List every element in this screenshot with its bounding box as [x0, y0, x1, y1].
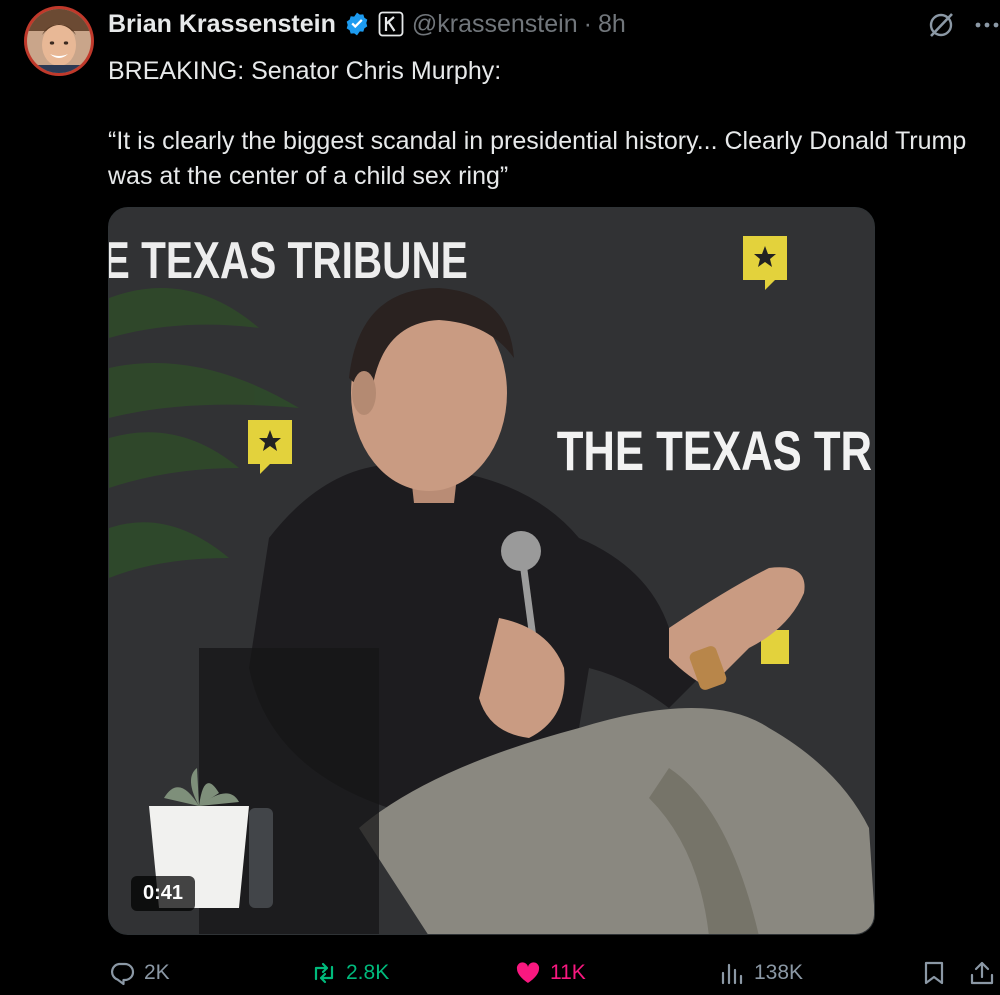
retweet-button[interactable]: 2.8K	[310, 955, 389, 991]
views-button[interactable]: 138K	[718, 955, 803, 991]
views-count: 138K	[754, 961, 804, 984]
action-bar: 2K 2.8K 11K 138K	[0, 955, 1000, 991]
display-name[interactable]: Brian Krassenstein	[108, 10, 336, 39]
share-button[interactable]	[968, 955, 996, 991]
retweet-icon	[314, 962, 334, 984]
backdrop-text-mid: THE TEXAS TRIB	[557, 420, 875, 482]
handle[interactable]: @krassenstein	[412, 10, 578, 39]
separator-dot: ·	[583, 9, 592, 38]
share-icon	[970, 961, 994, 985]
heart-icon	[516, 962, 540, 983]
video-player[interactable]: E TEXAS TRIBUNE THE TEXAS TRIB	[108, 207, 875, 935]
tweet-text: BREAKING: Senator Chris Murphy: “It is c…	[108, 54, 978, 194]
video-duration: 0:41	[131, 876, 196, 911]
tweet-header: Brian Krassenstein @krassenstein · 8h	[108, 6, 626, 42]
tweet: Brian Krassenstein @krassenstein · 8h BR…	[0, 0, 1000, 995]
reply-count: 2K	[144, 961, 170, 984]
tweet-text-line1: BREAKING: Senator Chris Murphy:	[108, 57, 502, 85]
timestamp[interactable]: 8h	[598, 10, 626, 39]
reply-icon	[111, 962, 135, 986]
retweet-count: 2.8K	[346, 961, 390, 984]
backdrop-text-top: E TEXAS TRIBUNE	[109, 231, 468, 289]
like-button[interactable]: 11K	[514, 955, 586, 991]
grok-icon[interactable]	[926, 10, 956, 40]
like-count: 11K	[550, 961, 586, 984]
reply-button[interactable]: 2K	[108, 955, 170, 991]
avatar-image	[27, 9, 91, 73]
bookmark-icon	[924, 961, 944, 985]
views-icon	[721, 963, 743, 985]
verified-badge-icon	[344, 11, 370, 37]
tweet-text-quote: “It is clearly the biggest scandal in pr…	[108, 127, 967, 190]
avatar[interactable]	[24, 6, 94, 76]
more-icon[interactable]	[974, 18, 1000, 32]
affiliate-k-icon[interactable]	[378, 11, 404, 37]
bookmark-button[interactable]	[920, 955, 948, 991]
video-frame: E TEXAS TRIBUNE THE TEXAS TRIB	[109, 208, 875, 934]
